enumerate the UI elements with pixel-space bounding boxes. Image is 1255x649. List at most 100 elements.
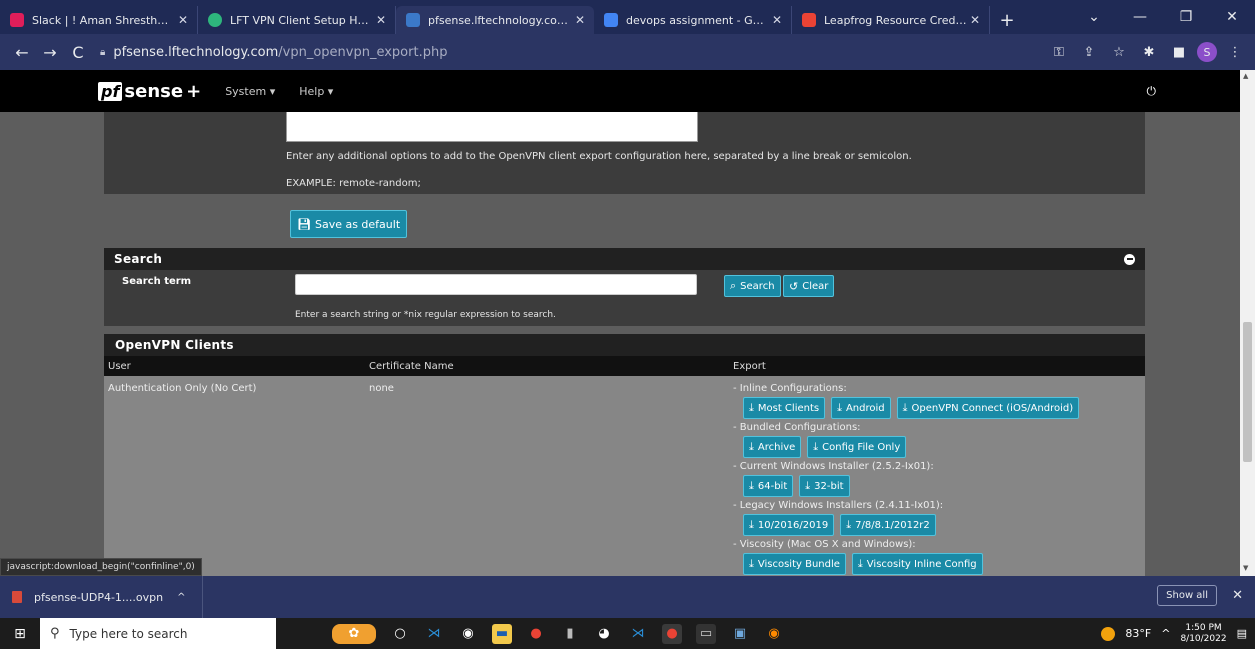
export-group-label: - Viscosity (Mac OS X and Windows): [733, 539, 916, 550]
app-icon[interactable]: ◕ [594, 624, 614, 644]
scrollbar-thumb[interactable] [1243, 322, 1252, 462]
chrome-icon[interactable]: ● [662, 623, 682, 644]
file-explorer-icon[interactable]: ▬ [492, 623, 512, 644]
new-tab-button[interactable]: + [990, 6, 1024, 34]
vscode-icon[interactable]: ⋊ [424, 624, 444, 644]
search-icon: ⌕ [730, 279, 737, 292]
clear-button[interactable]: ↺ Clear [783, 275, 835, 297]
close-icon[interactable]: ✕ [967, 13, 983, 27]
export-button-label: Archive [757, 441, 796, 453]
clock[interactable]: 1:50 PM 8/10/2022 [1180, 623, 1226, 645]
download-bar: pfsense-UDP4-1....ovpn ^ Show all ✕ [0, 576, 1255, 618]
advanced-options-panel: Enter any additional options to add to t… [104, 112, 1145, 194]
export-legacy-win7-button[interactable]: ⤓ 7/8/8.1/2012r2 [840, 514, 936, 536]
pfsense-logo[interactable]: pf sense + [98, 81, 201, 102]
download-icon: ⤓ [846, 518, 852, 531]
taskbar-search-placeholder: Type here to search [69, 626, 188, 641]
share-icon[interactable]: ⇪ [1077, 40, 1101, 64]
export-android-button[interactable]: ⤓ Android [831, 397, 891, 419]
scroll-down-icon[interactable]: ▼ [1243, 564, 1248, 572]
tab-gmail[interactable]: Leapfrog Resource Credentia ✕ [792, 6, 990, 34]
more-menu-icon[interactable]: ⋮ [1223, 40, 1247, 64]
export-archive-button[interactable]: ⤓ Archive [743, 436, 802, 458]
additional-config-textarea[interactable] [286, 112, 698, 142]
export-viscosity-inline-button[interactable]: ⤓ Viscosity Inline Config [851, 553, 983, 575]
temperature[interactable]: 83°F [1125, 627, 1151, 640]
close-icon[interactable]: ✕ [373, 13, 389, 27]
export-win-64bit-button[interactable]: ⤓ 64-bit [743, 475, 794, 497]
vscode-icon[interactable]: ⋊ [628, 624, 648, 644]
widgets-icon[interactable]: ✿ [332, 623, 376, 644]
logo-suffix: + [186, 80, 202, 102]
col-user: User [108, 360, 131, 372]
download-icon: ⤓ [902, 401, 908, 414]
close-icon[interactable]: ✕ [1232, 588, 1243, 603]
phone-icon[interactable]: ▮ [560, 624, 580, 644]
chevron-up-icon[interactable]: ^ [1161, 627, 1170, 640]
export-viscosity-bundle-button[interactable]: ⤓ Viscosity Bundle [743, 553, 846, 575]
export-config-file-button[interactable]: ⤓ Config File Only [807, 436, 907, 458]
export-win-32bit-button[interactable]: ⤓ 32-bit [799, 475, 850, 497]
address-bar[interactable]: 🔒︎ pfsense.lftechnology.com /vpn_openvpn… [100, 38, 1039, 66]
weather-icon[interactable] [1101, 626, 1116, 641]
toolbar-icons: ⚿ ⇪ ☆ ✱ ■ S ⋮ [1047, 40, 1247, 64]
page-scrollbar[interactable]: ▲ ▼ [1240, 70, 1255, 576]
logout-icon[interactable]: ⏻ [1147, 84, 1157, 99]
tab-vpn-guide[interactable]: LFT VPN Client Setup How-To ✕ [198, 6, 396, 34]
export-legacy-win10-button[interactable]: ⤓ 10/2016/2019 [743, 514, 835, 536]
table-row: Authentication Only (No Cert) none - Inl… [104, 376, 1145, 576]
collapse-icon[interactable] [1124, 253, 1135, 265]
row-cert: none [369, 383, 394, 394]
firefox-icon[interactable]: ◉ [764, 624, 784, 644]
show-all-button[interactable]: Show all [1157, 585, 1217, 606]
terminal-icon[interactable]: ▭ [696, 623, 716, 644]
search-button[interactable]: ⌕ Search [724, 275, 781, 297]
extensions-icon[interactable]: ✱ [1137, 40, 1161, 64]
key-icon[interactable]: ⚿ [1047, 40, 1071, 64]
scroll-up-icon[interactable]: ▲ [1243, 72, 1248, 80]
app-icon[interactable]: ▣ [730, 624, 750, 644]
chevron-up-icon[interactable]: ^ [177, 592, 185, 603]
profile-avatar[interactable]: S [1197, 42, 1217, 62]
download-item[interactable]: pfsense-UDP4-1....ovpn ^ [0, 576, 203, 618]
forward-arrow-icon[interactable]: → [36, 38, 64, 66]
close-icon[interactable]: ✕ [769, 13, 785, 27]
search-term-label: Search term [122, 276, 192, 287]
export-button-label: 64-bit [757, 480, 788, 492]
export-group-label: - Current Windows Installer (2.5.2-Ix01)… [733, 461, 934, 472]
taskbar-search[interactable]: ⚲ Type here to search [40, 618, 276, 649]
app-icon[interactable]: ◉ [458, 624, 478, 644]
close-window-icon[interactable]: ✕ [1209, 0, 1255, 34]
tab-slack[interactable]: Slack | ! Aman Shrestha | Lea ✕ [0, 6, 198, 34]
export-most-clients-button[interactable]: ⤓ Most Clients [743, 397, 826, 419]
menu-system[interactable]: System ▾ [225, 85, 275, 98]
export-button-label: 7/8/8.1/2012r2 [855, 519, 930, 531]
task-view-icon[interactable]: ○ [390, 624, 410, 644]
save-as-default-button[interactable]: 💾︎ Save as default [290, 210, 408, 238]
sidepanel-icon[interactable]: ■ [1167, 40, 1191, 64]
export-group-label: - Bundled Configurations: [733, 422, 861, 433]
minimize-icon[interactable]: — [1117, 0, 1163, 34]
star-icon[interactable]: ☆ [1107, 40, 1131, 64]
reload-icon[interactable]: C [64, 38, 92, 66]
tab-google-docs[interactable]: devops assignment - Google ✕ [594, 6, 792, 34]
notification-icon[interactable]: ▤ [1237, 627, 1247, 640]
menu-help[interactable]: Help ▾ [299, 85, 333, 98]
close-icon[interactable]: ✕ [175, 13, 191, 27]
export-openvpn-connect-button[interactable]: ⤓ OpenVPN Connect (iOS/Android) [896, 397, 1080, 419]
url-path: /vpn_openvpn_export.php [278, 44, 448, 60]
advanced-hint: Enter any additional options to add to t… [286, 151, 912, 162]
export-group-buttons: ⤓ Archive ⤓ Config File Only [743, 436, 1133, 458]
download-icon: ⤓ [749, 557, 754, 570]
search-input[interactable] [295, 274, 697, 295]
download-icon: ⤓ [749, 518, 754, 531]
export-group-label: - Legacy Windows Installers (2.4.11-Ix01… [733, 500, 944, 511]
restore-icon[interactable]: ❐ [1163, 0, 1209, 34]
chevron-down-icon[interactable]: ⌄ [1071, 0, 1117, 34]
tab-pfsense[interactable]: pfsense.lftechnology.com - C ✕ [396, 6, 594, 34]
windows-start-icon[interactable]: ⊞ [0, 626, 40, 642]
chrome-icon[interactable]: ● [526, 624, 546, 644]
close-icon[interactable]: ✕ [572, 13, 588, 27]
back-arrow-icon[interactable]: ← [8, 38, 36, 66]
browser-toolbar: ← → C 🔒︎ pfsense.lftechnology.com /vpn_o… [0, 34, 1255, 70]
